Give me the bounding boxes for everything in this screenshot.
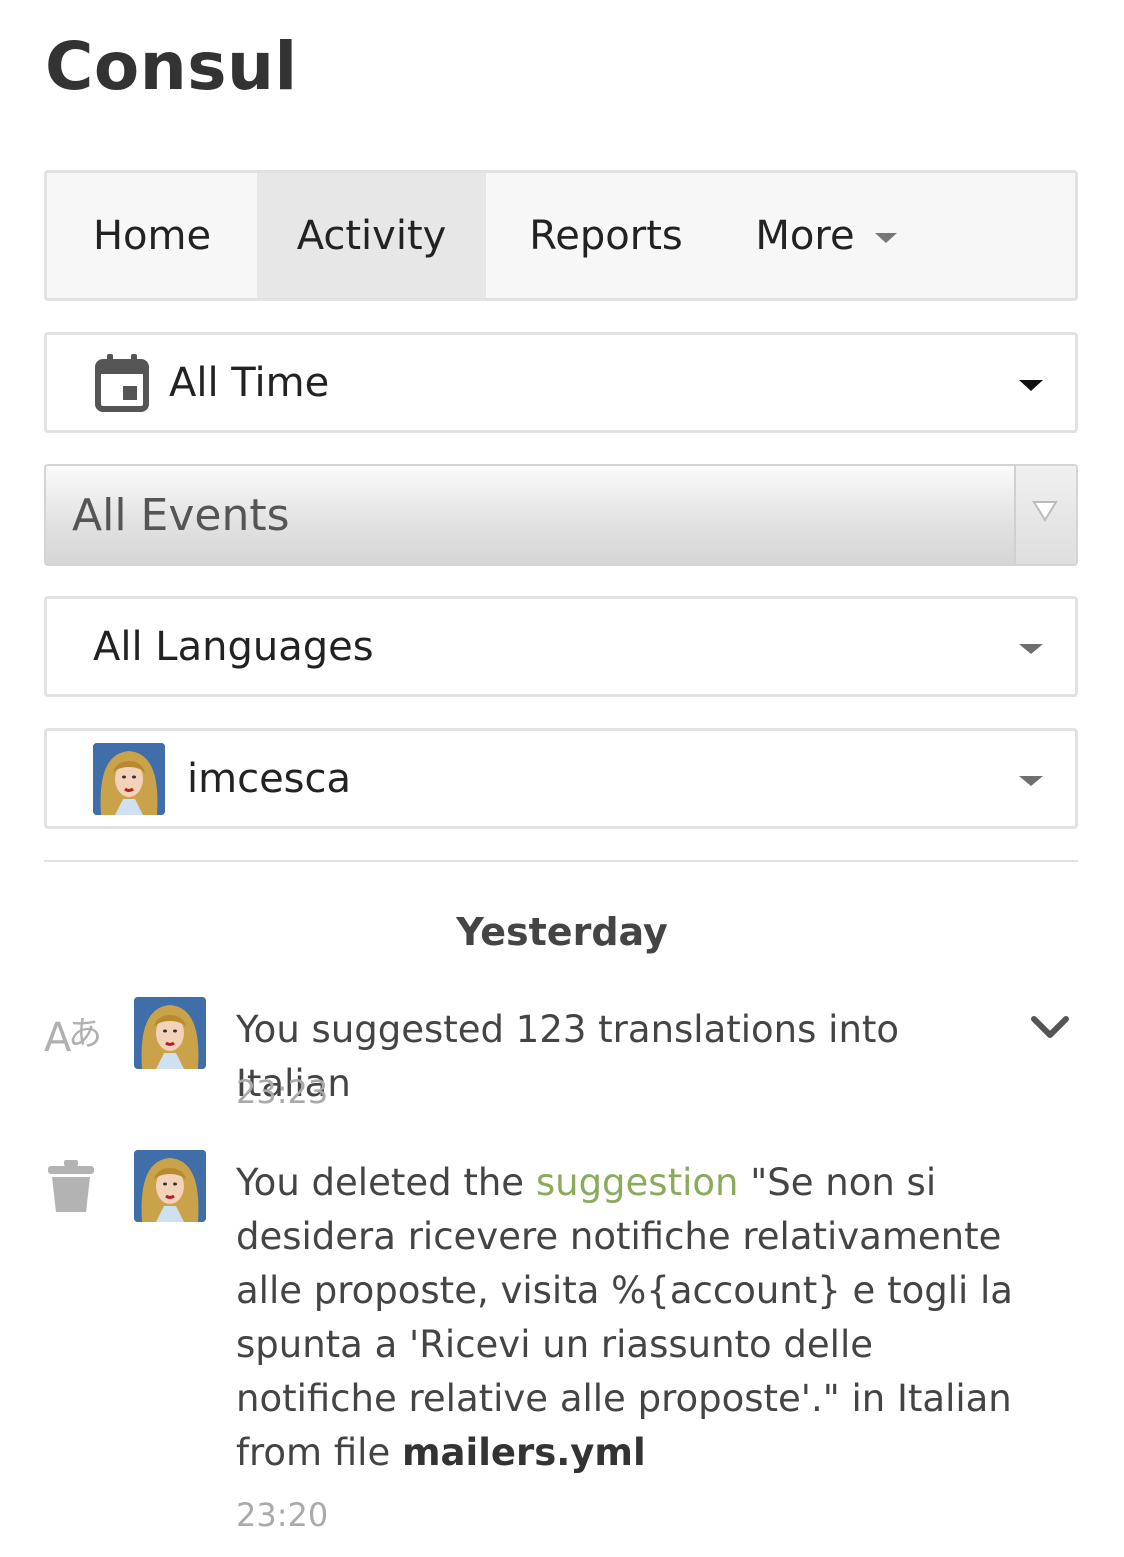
trash-icon [44, 1158, 100, 1218]
activity-time: 23:23 [236, 1073, 329, 1111]
languages-filter-dropdown[interactable]: All Languages [44, 596, 1078, 697]
user-filter-label: imcesca [187, 755, 352, 802]
activity-text-body: "Se non si desidera ricevere notifiche r… [236, 1161, 1013, 1474]
tab-reports[interactable]: Reports [486, 173, 726, 298]
chevron-down-icon[interactable] [1030, 1015, 1070, 1045]
avatar [93, 742, 165, 815]
avatar [134, 997, 206, 1069]
app-title: Consul [45, 28, 298, 105]
svg-text:あ: あ [68, 1014, 102, 1054]
activity-time: 23:20 [236, 1496, 329, 1534]
calendar-icon [95, 353, 149, 412]
time-filter-dropdown[interactable]: All Time [44, 332, 1078, 433]
avatar [134, 1150, 206, 1222]
activity-text: You deleted the suggestion "Se non si de… [236, 1156, 1016, 1480]
file-name: mailers.yml [401, 1431, 646, 1474]
events-filter-label: All Events [72, 489, 290, 541]
tab-more-label: More [755, 212, 855, 259]
day-heading: Yesterday [456, 910, 668, 954]
activity-text: You suggested 123 translations into Ital… [236, 1008, 900, 1105]
tab-activity[interactable]: Activity [257, 173, 486, 298]
time-filter-label: All Time [169, 359, 330, 406]
activity-text-prefix: You deleted the [236, 1161, 536, 1204]
languages-filter-label: All Languages [93, 623, 374, 670]
tab-home[interactable]: Home [47, 173, 257, 298]
chevron-down-icon [874, 232, 897, 243]
dropdown-arrow-icon [1019, 644, 1043, 654]
suggestion-link[interactable]: suggestion [536, 1161, 739, 1204]
tab-reports-label: Reports [529, 212, 683, 259]
tab-activity-label: Activity [296, 212, 447, 259]
tab-home-label: Home [92, 212, 212, 259]
events-filter-select[interactable]: All Events [44, 464, 1078, 566]
user-filter-dropdown[interactable]: imcesca [44, 728, 1078, 829]
dropdown-arrow-icon [1019, 380, 1043, 391]
translate-icon: A あ [44, 1005, 106, 1061]
select-arrow-icon [1014, 466, 1076, 564]
tab-more[interactable]: More [726, 173, 926, 298]
divider [44, 860, 1078, 862]
main-tabs: Home Activity Reports More [44, 170, 1078, 301]
dropdown-arrow-icon [1019, 776, 1043, 786]
